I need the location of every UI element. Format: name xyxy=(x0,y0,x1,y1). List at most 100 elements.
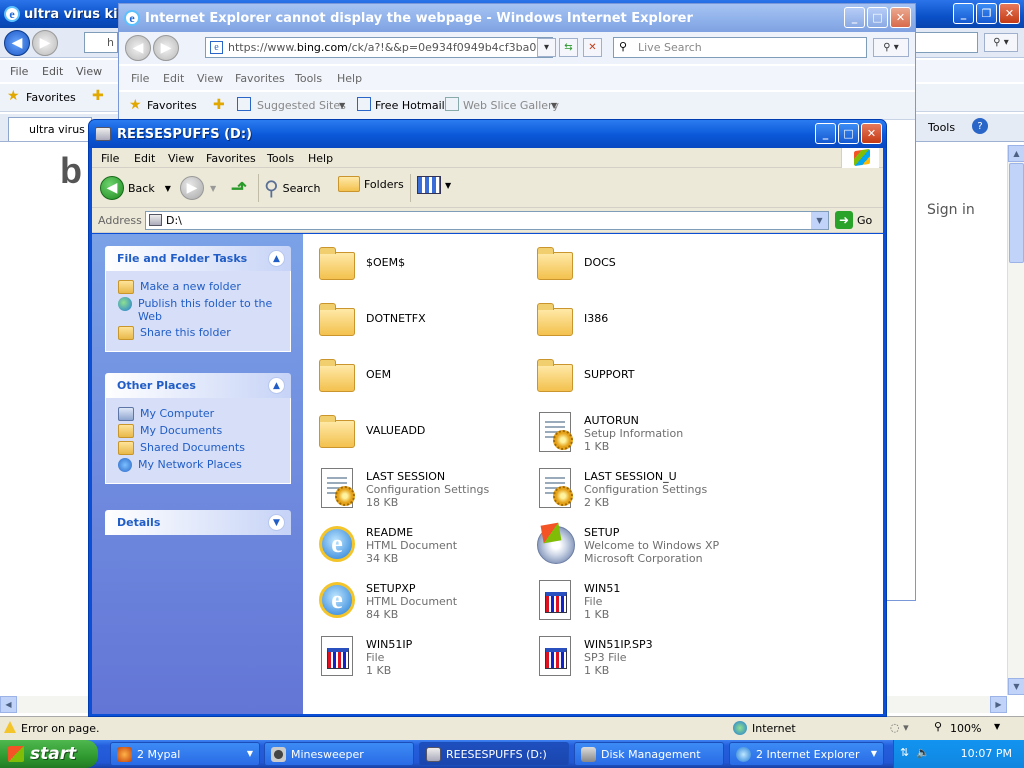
minimize-button[interactable]: _ xyxy=(815,123,836,144)
task-mypal[interactable]: 2 Mypal ▼ xyxy=(110,742,260,766)
details-header[interactable]: Details ▼ xyxy=(105,510,291,535)
file-item-win51[interactable]: WIN51 File 1 KB xyxy=(527,576,737,628)
task-minesweeper[interactable]: Minesweeper xyxy=(264,742,414,766)
back-icon[interactable]: ◀ xyxy=(4,30,30,56)
publish-folder-link[interactable]: Publish this folder to the Web xyxy=(118,297,284,323)
menu-view[interactable]: View xyxy=(168,152,194,165)
back-button[interactable]: ◀ Back ▼ xyxy=(100,176,171,200)
menu-tools[interactable]: Tools xyxy=(295,72,322,85)
views-button[interactable]: ▼ xyxy=(417,176,451,194)
folders-button[interactable]: Folders xyxy=(338,176,404,192)
task-reesespuffs[interactable]: REESESPUFFS (D:) xyxy=(419,742,569,766)
menu-favorites[interactable]: Favorites xyxy=(235,72,285,85)
tools-menu[interactable]: Tools xyxy=(928,121,955,134)
file-item-docs[interactable]: DOCS xyxy=(527,240,737,292)
refresh-icon[interactable]: ⇆ xyxy=(559,38,578,57)
menu-view[interactable]: View xyxy=(76,65,102,78)
group-dropdown-icon[interactable]: ▼ xyxy=(247,749,253,758)
file-item-setup[interactable]: SETUP Welcome to Windows XP Microsoft Co… xyxy=(527,520,737,572)
minimize-button[interactable]: _ xyxy=(844,7,865,28)
my-documents-link[interactable]: My Documents xyxy=(118,424,284,438)
search-button[interactable]: ⚲ Search xyxy=(264,176,320,200)
zoom-icon[interactable]: ⚲ xyxy=(934,720,942,733)
menu-tools[interactable]: Tools xyxy=(267,152,294,165)
file-item-dotnetfx[interactable]: DOTNETFX xyxy=(309,296,519,348)
menu-favorites[interactable]: Favorites xyxy=(206,152,256,165)
group-dropdown-icon[interactable]: ▼ xyxy=(871,749,877,758)
favorites-button[interactable]: Favorites xyxy=(147,99,197,112)
up-button[interactable]: ⬏ xyxy=(228,176,250,200)
maximize-button[interactable]: □ xyxy=(867,7,888,28)
make-new-folder-link[interactable]: Make a new folder xyxy=(118,280,284,294)
help-icon[interactable]: ? xyxy=(972,118,988,134)
search-button[interactable]: ⚲ ▾ xyxy=(873,38,909,57)
network-icon[interactable]: ⇅ xyxy=(900,746,909,759)
menu-edit[interactable]: Edit xyxy=(42,65,63,78)
forward-icon[interactable]: ▶ xyxy=(153,35,179,61)
live-search-field[interactable]: Live Search xyxy=(613,37,867,58)
address-field[interactable]: D:\ ▼ xyxy=(145,211,829,230)
warning-icon[interactable] xyxy=(4,721,16,733)
tab-ultra-virus[interactable]: ultra virus kill xyxy=(8,117,92,141)
share-folder-link[interactable]: Share this folder xyxy=(118,326,284,340)
task-internet-explorer[interactable]: 2 Internet Explorer ▼ xyxy=(729,742,884,766)
my-computer-link[interactable]: My Computer xyxy=(118,407,284,421)
file-item-readme[interactable]: e README HTML Document 34 KB xyxy=(309,520,519,572)
explorer-titlebar[interactable]: REESESPUFFS (D:) _ □ ✕ xyxy=(89,120,886,148)
menu-help[interactable]: Help xyxy=(308,152,333,165)
file-folder-tasks-header[interactable]: File and Folder Tasks ▲ xyxy=(105,246,291,271)
ie-back-search-field[interactable] xyxy=(912,32,978,53)
scroll-up-icon[interactable]: ▲ xyxy=(1008,145,1024,162)
file-item-last-session-u[interactable]: LAST SESSION_U Configuration Settings 2 … xyxy=(527,464,737,516)
ie-back-vertical-scrollbar[interactable]: ▲ ▼ xyxy=(1007,145,1024,695)
start-button[interactable]: start xyxy=(0,740,98,768)
close-button[interactable]: ✕ xyxy=(999,3,1020,24)
scroll-left-icon[interactable]: ◀ xyxy=(0,696,17,713)
file-item-valueadd[interactable]: VALUEADD xyxy=(309,408,519,460)
add-favorite-icon[interactable]: ✚ xyxy=(213,97,225,113)
collapse-chevron-icon[interactable]: ▲ xyxy=(268,377,285,394)
restore-button[interactable]: ❐ xyxy=(976,3,997,24)
menu-file[interactable]: File xyxy=(101,152,119,165)
stop-icon[interactable]: ✕ xyxy=(583,38,602,57)
file-item-win51ip-sp3[interactable]: WIN51IP.SP3 SP3 File 1 KB xyxy=(527,632,737,684)
clock[interactable]: 10:07 PM xyxy=(961,747,1012,760)
menu-view[interactable]: View xyxy=(197,72,223,85)
search-icon[interactable]: ⚲ ▾ xyxy=(984,33,1018,52)
file-item-support[interactable]: SUPPORT xyxy=(527,352,737,404)
menu-edit[interactable]: Edit xyxy=(134,152,155,165)
forward-dropdown-icon[interactable]: ▼ xyxy=(210,184,216,193)
ie-mid-titlebar[interactable]: e Internet Explorer cannot display the w… xyxy=(119,4,915,32)
ie-mid-address-field[interactable]: https://www.bing.com/ck/a?!&&p=0e934f094… xyxy=(205,37,553,58)
scroll-thumb[interactable] xyxy=(1009,163,1024,263)
file-item-oem-dollar[interactable]: $OEM$ xyxy=(309,240,519,292)
shared-documents-link[interactable]: Shared Documents xyxy=(118,441,284,455)
zoom-dropdown-icon[interactable]: ▼ xyxy=(994,722,1000,731)
menu-file[interactable]: File xyxy=(131,72,149,85)
file-item-oem[interactable]: OEM xyxy=(309,352,519,404)
maximize-button[interactable]: □ xyxy=(838,123,859,144)
zoom-label[interactable]: 100% xyxy=(950,722,981,735)
web-slice-dropdown-icon[interactable]: ▼ xyxy=(551,101,557,110)
close-button[interactable]: ✕ xyxy=(890,7,911,28)
free-hotmail-link[interactable]: Free Hotmail xyxy=(375,99,445,112)
sign-in-link[interactable]: Sign in xyxy=(927,202,975,218)
expand-chevron-icon[interactable]: ▼ xyxy=(268,514,285,531)
file-item-win51ip[interactable]: WIN51IP File 1 KB xyxy=(309,632,519,684)
collapse-chevron-icon[interactable]: ▲ xyxy=(268,250,285,267)
ie-back-address-field[interactable]: h xyxy=(84,32,118,53)
forward-icon[interactable]: ▶ xyxy=(32,30,58,56)
my-network-places-link[interactable]: My Network Places xyxy=(118,458,284,472)
file-item-setupxp[interactable]: e SETUPXP HTML Document 84 KB xyxy=(309,576,519,628)
back-icon[interactable]: ◀ xyxy=(125,35,151,61)
scroll-down-icon[interactable]: ▼ xyxy=(1008,678,1024,695)
forward-button[interactable]: ▶ ▼ xyxy=(180,176,216,200)
menu-edit[interactable]: Edit xyxy=(163,72,184,85)
volume-icon[interactable]: 🔈 xyxy=(916,746,930,759)
web-slice-gallery-link[interactable]: Web Slice Gallery xyxy=(463,99,559,112)
protected-mode-icon[interactable]: ◌ ▾ xyxy=(890,721,909,734)
task-disk-management[interactable]: Disk Management xyxy=(574,742,724,766)
back-dropdown-icon[interactable]: ▼ xyxy=(165,184,171,193)
menu-help[interactable]: Help xyxy=(337,72,362,85)
address-dropdown-icon[interactable]: ▼ xyxy=(811,212,828,229)
